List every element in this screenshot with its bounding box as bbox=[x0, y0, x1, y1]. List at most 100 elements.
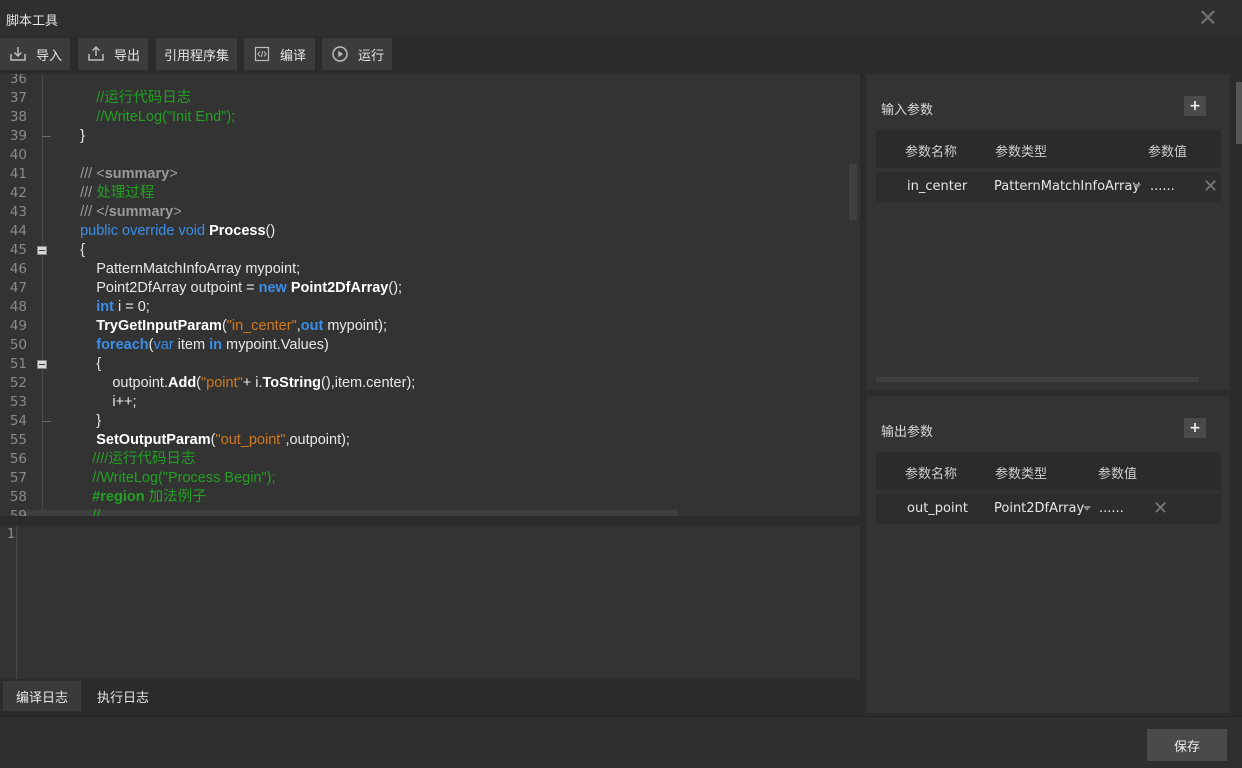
code-token: { bbox=[64, 356, 102, 372]
input-params-panel: 输入参数 + 参数名称 参数类型 参数值 in_center PatternMa… bbox=[866, 74, 1230, 390]
param-name-field[interactable]: in_center bbox=[907, 179, 967, 194]
code-text: //运行代码日志 bbox=[64, 89, 191, 108]
save-button[interactable]: 保存 bbox=[1147, 729, 1227, 761]
code-token: > bbox=[169, 166, 178, 182]
code-text: #region 加法例子 bbox=[64, 488, 206, 507]
code-text: i++; bbox=[64, 393, 136, 412]
code-line[interactable]: 41 /// <summary> bbox=[0, 165, 860, 184]
code-line[interactable]: 50 foreach(var item in mypoint.Values) bbox=[0, 336, 860, 355]
line-number: 44 bbox=[9, 223, 27, 239]
code-line[interactable]: 54 } bbox=[0, 412, 860, 431]
code-token: #region bbox=[92, 489, 145, 505]
code-token: ,outpoint); bbox=[285, 432, 350, 448]
code-text: // bbox=[64, 507, 100, 516]
code-token: Add bbox=[167, 375, 197, 391]
code-line[interactable]: 38 //WriteLog("Init End"); bbox=[0, 108, 860, 127]
tab-exec-log[interactable]: 执行日志 bbox=[86, 681, 160, 711]
code-token: public override void bbox=[64, 223, 210, 239]
code-text: { bbox=[64, 241, 85, 260]
input-params-scrollbar[interactable] bbox=[876, 377, 1199, 382]
code-token: PatternMatchInfoArray mypoint; bbox=[64, 261, 301, 277]
references-button[interactable]: 引用程序集 bbox=[156, 38, 237, 70]
tab-compile-log[interactable]: 编译日志 bbox=[3, 681, 81, 711]
output-params-title: 输出参数 bbox=[881, 425, 934, 440]
line-number: 41 bbox=[9, 166, 27, 182]
add-input-param-button[interactable]: + bbox=[1184, 96, 1206, 116]
remove-param-icon[interactable]: ✕ bbox=[1203, 176, 1218, 197]
run-label: 运行 bbox=[358, 48, 385, 64]
log-output[interactable]: 1 bbox=[0, 526, 860, 679]
code-token: Process bbox=[209, 223, 266, 239]
line-number: 46 bbox=[9, 261, 27, 277]
code-text: TryGetInputParam("in_center",out mypoint… bbox=[64, 317, 387, 336]
line-number: 36 bbox=[9, 74, 27, 87]
code-text: PatternMatchInfoArray mypoint; bbox=[64, 260, 300, 279]
code-token: } bbox=[64, 128, 85, 144]
import-button[interactable]: 导入 bbox=[0, 38, 70, 70]
code-line[interactable]: 45 { bbox=[0, 241, 860, 260]
code-token: i = 0; bbox=[113, 299, 150, 315]
code-line[interactable]: 48 int i = 0; bbox=[0, 298, 860, 317]
code-token: () bbox=[265, 223, 276, 239]
chevron-down-icon[interactable] bbox=[1083, 506, 1091, 511]
output-params-panel: 输出参数 + 参数名称 参数类型 参数值 out_point Point2DfA… bbox=[866, 396, 1230, 713]
collapse-icon[interactable] bbox=[37, 246, 47, 255]
title-bar: 脚本工具 ✕ bbox=[0, 0, 1242, 36]
collapse-icon[interactable] bbox=[37, 360, 47, 369]
code-token: SetOutputParam bbox=[96, 432, 211, 448]
code-token: int bbox=[96, 299, 114, 315]
code-token: // bbox=[64, 508, 101, 516]
code-text: //WriteLog("Init End"); bbox=[64, 108, 235, 127]
code-token: in bbox=[209, 337, 222, 353]
code-line[interactable]: 37 //运行代码日志 bbox=[0, 89, 860, 108]
code-token: 处理过程 bbox=[96, 185, 155, 201]
code-token: /// bbox=[64, 185, 97, 201]
code-line[interactable]: 56 ////运行代码日志 bbox=[0, 450, 860, 469]
code-line[interactable]: 57 //WriteLog("Process Begin"); bbox=[0, 469, 860, 488]
code-line[interactable]: 46 PatternMatchInfoArray mypoint; bbox=[0, 260, 860, 279]
code-line[interactable]: 58 #region 加法例子 bbox=[0, 488, 860, 507]
code-token: (); bbox=[388, 280, 403, 296]
code-line[interactable]: 55 SetOutputParam("out_point",outpoint); bbox=[0, 431, 860, 450]
line-number: 48 bbox=[9, 299, 27, 315]
close-icon[interactable]: ✕ bbox=[1198, 6, 1218, 30]
fold-end-marker bbox=[42, 421, 51, 422]
remove-param-icon[interactable]: ✕ bbox=[1153, 498, 1168, 519]
code-line[interactable]: 44 public override void Process() bbox=[0, 222, 860, 241]
param-value-field[interactable]: ...... bbox=[1099, 501, 1124, 516]
code-text: SetOutputParam("out_point",outpoint); bbox=[64, 431, 350, 450]
col-name-header: 参数名称 bbox=[905, 467, 958, 482]
window-title: 脚本工具 bbox=[6, 14, 59, 29]
param-type-select[interactable]: Point2DfArray bbox=[994, 501, 1084, 516]
param-value-field[interactable]: ...... bbox=[1150, 179, 1175, 194]
code-line[interactable]: 51 { bbox=[0, 355, 860, 374]
line-number: 59 bbox=[9, 508, 27, 516]
code-line[interactable]: 42 /// 处理过程 bbox=[0, 184, 860, 203]
code-line[interactable]: 53 i++; bbox=[0, 393, 860, 412]
code-line[interactable]: 47 Point2DfArray outpoint = new Point2Df… bbox=[0, 279, 860, 298]
line-number: 56 bbox=[9, 451, 27, 467]
code-token: /// bbox=[64, 204, 97, 220]
chevron-down-icon[interactable] bbox=[1133, 184, 1141, 189]
code-line[interactable]: 39 } bbox=[0, 127, 860, 146]
add-output-param-button[interactable]: + bbox=[1184, 418, 1206, 438]
code-line[interactable]: 59 // bbox=[0, 507, 860, 516]
window-scrollbar[interactable] bbox=[1236, 82, 1242, 144]
code-line[interactable]: 40 bbox=[0, 146, 860, 165]
code-editor[interactable]: 36 37 //运行代码日志 38 //WriteLog("Init End"); 3… bbox=[0, 74, 860, 516]
run-button[interactable]: 运行 bbox=[322, 38, 392, 70]
code-text: { bbox=[64, 355, 101, 374]
code-line[interactable]: 36 bbox=[0, 74, 860, 89]
code-line[interactable]: 52 outpoint.Add("point"+ i.ToString(),it… bbox=[0, 374, 860, 393]
export-button[interactable]: 导出 bbox=[78, 38, 148, 70]
code-line[interactable]: 43 /// </summary> bbox=[0, 203, 860, 222]
param-name-field[interactable]: out_point bbox=[907, 501, 968, 516]
compile-button[interactable]: 编译 bbox=[244, 38, 315, 70]
code-line[interactable]: 49 TryGetInputParam("in_center",out mypo… bbox=[0, 317, 860, 336]
col-value-header: 参数值 bbox=[1098, 467, 1138, 482]
code-token: //WriteLog("Init End"); bbox=[64, 109, 236, 125]
toolbar: 导入 导出 引用程序集 编译 运行 bbox=[0, 36, 1242, 74]
param-type-select[interactable]: PatternMatchInfoArray bbox=[994, 179, 1140, 194]
